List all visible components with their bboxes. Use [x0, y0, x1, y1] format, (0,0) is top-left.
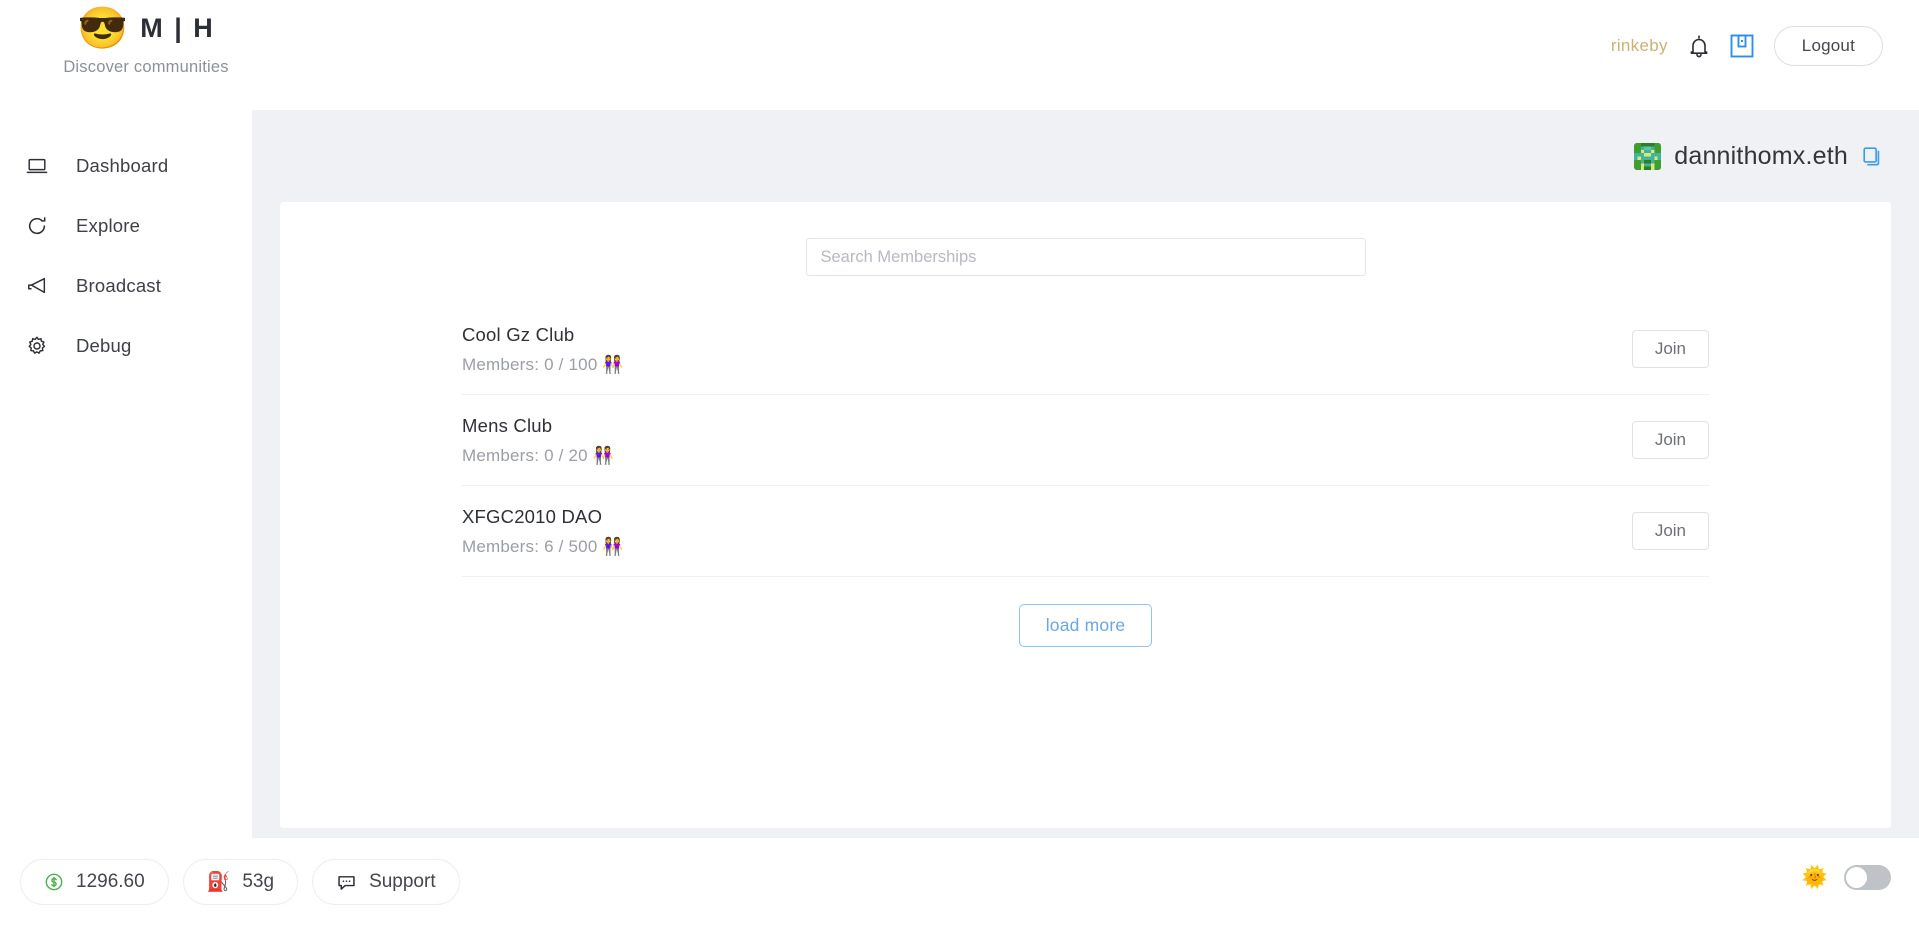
sidebar-item-label: Debug [76, 335, 132, 356]
brand-row: 😎 M | H [77, 8, 215, 49]
membership-members: Members: 0 / 100 👭 [462, 354, 624, 374]
sidebar-item-label: Explore [76, 215, 141, 236]
load-more-button[interactable]: load more [1018, 604, 1153, 647]
sunglasses-face-icon: 😎 [77, 5, 129, 51]
toggle-knob [1846, 867, 1867, 888]
list-item: Mens Club Members: 0 / 20 👭 Join [462, 395, 1709, 486]
save-icon[interactable] [1730, 34, 1754, 58]
eth-price-pill[interactable]: 1296.60 [20, 859, 169, 905]
membership-info: Mens Club Members: 0 / 20 👭 [462, 415, 614, 466]
sidebar-item-broadcast[interactable]: Broadcast [0, 256, 252, 316]
membership-title: Mens Club [462, 414, 553, 436]
status-pills: 1296.60 ⛽ 53g Support [20, 859, 460, 905]
search-input[interactable] [805, 238, 1366, 276]
eth-price-value: 1296.60 [76, 871, 145, 892]
bell-icon[interactable] [1688, 34, 1710, 58]
membership-title: XFGC2010 DAO [462, 505, 603, 527]
join-button[interactable]: Join [1631, 421, 1709, 459]
laptop-icon [26, 155, 48, 177]
support-pill[interactable]: Support [312, 859, 460, 905]
theme-toggle[interactable] [1844, 865, 1891, 890]
gas-price-value: 53g [242, 871, 275, 892]
top-bar: 😎 M | H Discover communities rinkeby Log… [0, 0, 1919, 110]
list-item: XFGC2010 DAO Members: 6 / 500 👭 Join [462, 486, 1709, 577]
chat-bubble-icon [336, 872, 357, 893]
membership-info: XFGC2010 DAO Members: 6 / 500 👭 [462, 506, 624, 557]
load-more-section: load more [462, 604, 1709, 647]
dollar-circle-icon [44, 872, 64, 892]
list-item: Cool Gz Club Members: 0 / 100 👭 Join [462, 304, 1709, 395]
identicon-avatar [1634, 142, 1662, 170]
sidebar-item-explore[interactable]: Explore [0, 196, 252, 256]
brand-tagline: Discover communities [63, 58, 229, 76]
search-section [280, 202, 1891, 276]
gas-price-pill[interactable]: ⛽ 53g [182, 859, 299, 905]
network-label: rinkeby [1610, 36, 1668, 55]
brand-logo[interactable]: 😎 M | H Discover communities [36, 8, 256, 77]
theme-toggle-group: 🌞 [1802, 865, 1891, 890]
sidebar-item-dashboard[interactable]: Dashboard [0, 136, 252, 196]
copy-icon[interactable] [1861, 145, 1883, 167]
membership-members: Members: 0 / 20 👭 [462, 445, 615, 465]
join-button[interactable]: Join [1631, 512, 1709, 550]
refresh-icon [26, 215, 48, 237]
sidebar-item-debug[interactable]: Debug [0, 316, 252, 376]
membership-title: Cool Gz Club [462, 323, 575, 345]
support-label: Support [369, 871, 436, 892]
sidebar: Dashboard Explore Broadcast Debug [0, 110, 252, 827]
account-row: dannithomx.eth [252, 110, 1919, 202]
join-button[interactable]: Join [1631, 330, 1709, 368]
sidebar-item-label: Dashboard [76, 155, 169, 176]
memberships-card: Cool Gz Club Members: 0 / 100 👭 Join Men… [280, 202, 1891, 828]
main-content: dannithomx.eth Cool Gz Club Members: 0 /… [252, 110, 1919, 838]
app-root: 😎 M | H Discover communities rinkeby Log… [0, 0, 1919, 932]
brand-name: M | H [140, 13, 215, 43]
logout-button[interactable]: Logout [1773, 26, 1883, 66]
membership-members: Members: 6 / 500 👭 [462, 536, 624, 556]
sidebar-item-label: Broadcast [76, 275, 162, 296]
memberships-list: Cool Gz Club Members: 0 / 100 👭 Join Men… [462, 304, 1709, 647]
membership-info: Cool Gz Club Members: 0 / 100 👭 [462, 324, 624, 375]
top-bar-actions: rinkeby Logout [1611, 26, 1883, 66]
megaphone-icon [26, 275, 48, 297]
gear-icon [26, 335, 48, 357]
fuel-pump-icon: ⛽ [206, 871, 231, 893]
sun-icon: 🌞 [1801, 866, 1828, 889]
bottom-bar: 1296.60 ⛽ 53g Support 🌞 [0, 838, 1919, 932]
account-name: dannithomx.eth [1674, 141, 1848, 170]
